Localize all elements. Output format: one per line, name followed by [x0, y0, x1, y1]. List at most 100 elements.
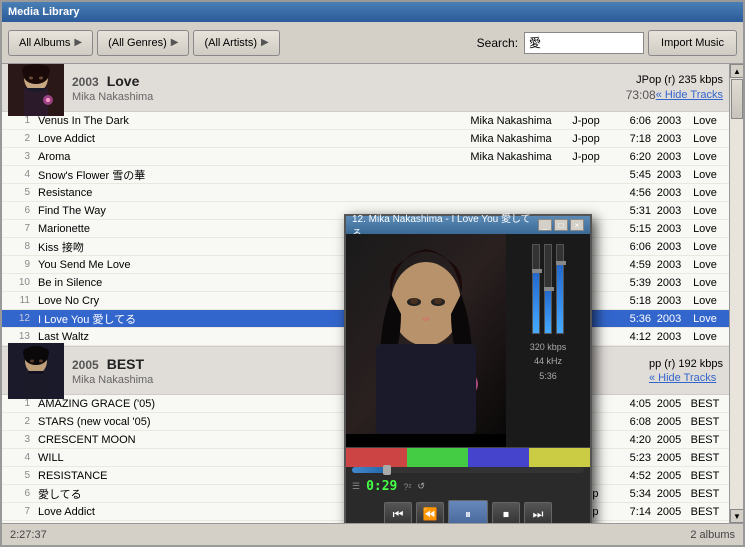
track-title: Aroma	[30, 151, 461, 163]
track-duration: 6:08	[611, 416, 651, 428]
track-year: 2003	[651, 295, 687, 307]
color-btn-blue[interactable]	[468, 448, 529, 467]
track-album: Love	[687, 151, 723, 163]
album-art-svg-2	[8, 343, 64, 399]
player-maximize-button[interactable]: □	[554, 219, 568, 231]
all-albums-button[interactable]: All Albums ▶	[8, 30, 93, 56]
track-album: BEST	[687, 452, 723, 464]
search-area: Search:	[477, 32, 644, 54]
player-minimize-button[interactable]: _	[538, 219, 552, 231]
track-album: BEST	[687, 506, 723, 518]
eq-slider-3[interactable]	[556, 244, 564, 334]
scroll-track[interactable]	[730, 78, 743, 509]
color-btn-green[interactable]	[407, 448, 468, 467]
music-player: 12. Mika Nakashima - I Love You 愛してる _ □…	[344, 214, 592, 523]
album-header-meta-best: pp (r) 192 kbps Hide Tracks	[649, 358, 723, 384]
track-album: Love	[687, 331, 723, 343]
track-row[interactable]: 3AromaMika NakashimaJ-pop6:202003Love	[2, 148, 729, 166]
player-close-button[interactable]: ×	[570, 219, 584, 231]
question-icon: ?²	[403, 482, 411, 492]
arrow-icon: ▶	[261, 37, 269, 48]
player-controls: ⏮ ⏪ ⏸ ⏹ ⏭	[346, 496, 590, 523]
track-number: 5	[8, 470, 30, 481]
all-genres-button[interactable]: (All Genres) ▶	[97, 30, 189, 56]
color-btn-red[interactable]	[346, 448, 407, 467]
track-year: 2005	[651, 452, 687, 464]
track-album: Love	[687, 115, 723, 127]
track-album: BEST	[687, 470, 723, 482]
track-duration: 4:12	[611, 331, 651, 343]
content-wrapper: 2003 Love Mika Nakashima JPop (r) 235 kb…	[2, 64, 743, 523]
search-input[interactable]	[524, 32, 644, 54]
album-info-love: 2003 Love Mika Nakashima	[72, 73, 626, 103]
track-number: 6	[8, 488, 30, 499]
album-year: 2003	[72, 75, 99, 89]
scroll-down-button[interactable]: ▼	[730, 509, 743, 523]
track-album: Love	[687, 205, 723, 217]
arrow-icon: ▶	[171, 37, 179, 48]
next-button[interactable]: ⏭	[524, 502, 552, 523]
track-row[interactable]: 4Snow's Flower 雪の華5:452003Love	[2, 166, 729, 184]
track-year: 2003	[651, 133, 687, 145]
eq-slider-2[interactable]	[544, 244, 552, 334]
album-genre-row: JPop (r) 235 kbps	[626, 74, 723, 86]
prev-button[interactable]: ⏮	[384, 502, 412, 523]
scrollbar[interactable]: ▲ ▼	[729, 64, 743, 523]
track-duration: 5:18	[611, 295, 651, 307]
album-name-best: BEST	[107, 356, 144, 372]
hide-tracks-button-2[interactable]: Hide Tracks	[649, 372, 716, 384]
scroll-thumb[interactable]	[731, 79, 743, 119]
rew-button[interactable]: ⏪	[416, 502, 444, 523]
all-artists-button[interactable]: (All Artists) ▶	[193, 30, 279, 56]
album-title-row: 2003 Love	[72, 73, 626, 89]
track-artist: Mika Nakashima	[461, 151, 561, 163]
track-year: 2005	[651, 506, 687, 518]
album-genre-row-best: pp (r) 192 kbps	[649, 358, 723, 370]
track-number: 11	[8, 295, 30, 306]
track-duration: 5:15	[611, 223, 651, 235]
track-number: 12	[8, 313, 30, 324]
track-duration: 5:23	[611, 452, 651, 464]
player-colorbar	[346, 447, 590, 467]
track-artist: Mika Nakashima	[461, 115, 561, 127]
player-bottom: ☰ 0:29 ?² ↺ ⏮ ⏪ ⏸ ⏹ ⏭	[346, 447, 590, 523]
track-number: 4	[8, 169, 30, 180]
player-body: 320 kbps 44 kHz 5:36	[346, 234, 590, 447]
scroll-up-button[interactable]: ▲	[730, 64, 743, 78]
track-number: 7	[8, 506, 30, 517]
track-number: 10	[8, 277, 30, 288]
import-music-button[interactable]: Import Music	[648, 30, 737, 56]
track-number: 1	[8, 115, 30, 126]
eq-slider-1[interactable]	[532, 244, 540, 334]
play-pause-button[interactable]: ⏸	[448, 500, 488, 523]
track-number: 4	[8, 452, 30, 463]
track-row[interactable]: 2Love AddictMika NakashimaJ-pop7:182003L…	[2, 130, 729, 148]
player-bitrate: 320 kbps	[530, 340, 567, 354]
hide-tracks-button-1[interactable]: Hide Tracks	[656, 89, 723, 101]
album-header-meta: JPop (r) 235 kbps 73:08 Hide Tracks	[626, 74, 723, 102]
track-year: 2003	[651, 205, 687, 217]
track-duration: 4:52	[611, 470, 651, 482]
track-row[interactable]: 1Venus In The DarkMika NakashimaJ-pop6:0…	[2, 112, 729, 130]
track-genre: J-pop	[561, 133, 611, 145]
track-duration: 4:59	[611, 259, 651, 271]
track-duration: 6:06	[611, 241, 651, 253]
track-album: Love	[687, 295, 723, 307]
track-duration: 4:05	[611, 398, 651, 410]
track-year: 2003	[651, 331, 687, 343]
player-duration: 5:36	[530, 369, 567, 383]
track-duration: 4:20	[611, 434, 651, 446]
albums-count: 2 albums	[690, 529, 735, 541]
track-duration: 5:31	[611, 205, 651, 217]
eq-sliders	[528, 238, 568, 338]
track-number: 5	[8, 187, 30, 198]
track-row[interactable]: 5Resistance4:562003Love	[2, 184, 729, 202]
stop-button[interactable]: ⏹	[492, 502, 520, 523]
track-duration: 7:18	[611, 133, 651, 145]
track-album: Love	[687, 169, 723, 181]
color-btn-yellow[interactable]	[529, 448, 590, 467]
track-number: 3	[8, 434, 30, 445]
track-title: Venus In The Dark	[30, 115, 461, 127]
track-album: Love	[687, 223, 723, 235]
progress-bar[interactable]	[352, 467, 584, 473]
